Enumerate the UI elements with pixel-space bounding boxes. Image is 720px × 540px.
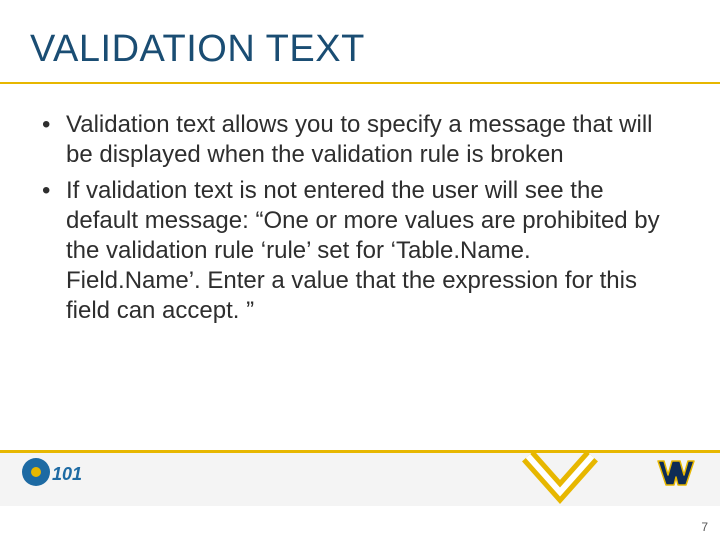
list-item: Validation text allows you to specify a … — [38, 110, 660, 170]
svg-text:101: 101 — [52, 464, 82, 484]
footer-bar — [0, 450, 720, 506]
content-area: Validation text allows you to specify a … — [38, 110, 660, 332]
slide: VALIDATION TEXT Validation text allows y… — [0, 0, 720, 540]
title-underline — [0, 82, 720, 84]
page-number: 7 — [701, 520, 708, 534]
wv-logo-icon — [656, 457, 696, 494]
page-title: VALIDATION TEXT — [30, 28, 365, 71]
cs101-logo: 101 — [22, 455, 82, 494]
chevron-decoration — [520, 438, 600, 518]
list-item: If validation text is not entered the us… — [38, 176, 660, 326]
bullet-list: Validation text allows you to specify a … — [38, 110, 660, 326]
